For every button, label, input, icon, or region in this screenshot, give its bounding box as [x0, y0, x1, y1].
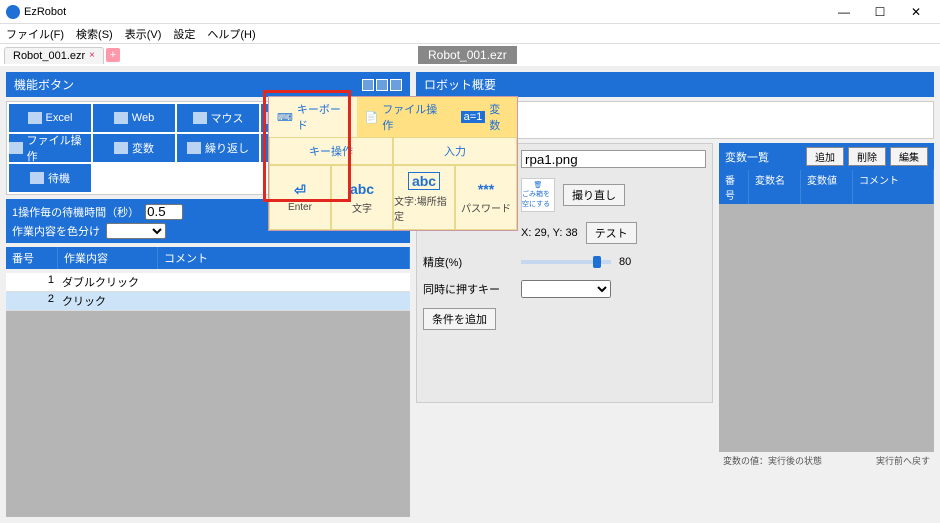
subtab-keyop[interactable]: キー操作: [269, 137, 393, 165]
file-tab[interactable]: Robot_001.ezr ×: [4, 47, 104, 64]
var-button[interactable]: 変数: [93, 134, 175, 162]
globe-icon: [114, 112, 128, 124]
func-panel-title: 機能ボタン: [14, 76, 74, 93]
coords-text: X: 29, Y: 38: [521, 227, 578, 239]
keyboard-icon: ⌨: [277, 111, 293, 124]
test-button[interactable]: テスト: [586, 222, 637, 244]
color-select[interactable]: [106, 223, 166, 239]
table-header: 番号 作業内容 コメント: [6, 247, 410, 269]
var-edit-button[interactable]: 編集: [890, 147, 928, 166]
close-button[interactable]: ✕: [898, 5, 934, 19]
center-filename: Robot_001.ezr: [418, 46, 517, 64]
vars-body[interactable]: [719, 204, 934, 452]
mouse-icon: [193, 112, 207, 124]
repeat-button[interactable]: 繰り返し: [177, 134, 259, 162]
target-thumbnail[interactable]: 🗑 ごみ箱を空にする: [521, 178, 555, 212]
trash-icon: 🗑: [534, 181, 543, 189]
accuracy-slider[interactable]: [521, 260, 611, 264]
vars-columns: 番号 変数名 変数値 コメント: [719, 170, 934, 204]
popup-tab-var[interactable]: a=1変数: [453, 97, 517, 137]
simul-key-label: 同時に押すキー: [423, 281, 513, 297]
add-condition-button[interactable]: 条件を追加: [423, 308, 496, 330]
vars-title: 変数一覧: [725, 149, 802, 165]
web-button[interactable]: Web: [93, 104, 175, 132]
file-icon: 📄: [365, 111, 379, 124]
accuracy-value: 80: [619, 256, 631, 268]
repeat-icon: [187, 142, 201, 154]
var-add-button[interactable]: 追加: [806, 147, 844, 166]
popup-tab-fileop[interactable]: 📄ファイル操作: [357, 97, 453, 137]
simul-key-select[interactable]: [521, 280, 611, 298]
vars-footer: 変数の値：実行後の状態 実行前へ戻す: [719, 452, 934, 469]
popup-tab-keyboard[interactable]: ⌨キーボード: [269, 97, 357, 137]
char-button[interactable]: abc 文字: [331, 165, 393, 230]
img-file-input[interactable]: [521, 150, 706, 168]
menu-view[interactable]: 表示(V): [125, 26, 162, 42]
enter-icon: ⏎: [294, 182, 306, 199]
menubar: ファイル(F) 検索(S) 表示(V) 設定 ヘルプ(H): [0, 24, 940, 44]
th-no: 番号: [6, 247, 58, 269]
menu-help[interactable]: ヘルプ(H): [207, 26, 255, 42]
slider-thumb[interactable]: [593, 256, 601, 268]
file-icon: [9, 142, 23, 154]
color-label: 作業内容を色分け: [12, 223, 100, 239]
layout-box-1[interactable]: [362, 79, 374, 91]
vars-reset-button[interactable]: 実行前へ戻す: [876, 454, 930, 467]
subtab-input[interactable]: 入力: [393, 137, 517, 165]
wait-label: 1操作毎の待機時間（秒）: [12, 204, 139, 220]
pause-icon: [30, 172, 44, 184]
maximize-button[interactable]: ☐: [862, 5, 898, 19]
th-work: 作業内容: [58, 247, 158, 269]
char-location-button[interactable]: abc 文字:場所指定: [393, 165, 455, 230]
wait-input[interactable]: [145, 204, 183, 220]
table-row[interactable]: 2クリック: [6, 292, 410, 311]
layout-box-2[interactable]: [376, 79, 388, 91]
excel-icon: [28, 112, 42, 124]
var-icon: [114, 142, 128, 154]
table-body[interactable]: 1ダブルクリック 2クリック: [6, 273, 410, 517]
tab-close-icon[interactable]: ×: [89, 50, 95, 61]
var-del-button[interactable]: 削除: [848, 147, 886, 166]
enter-key-button[interactable]: ⏎ Enter: [269, 165, 331, 230]
var-icon: a=1: [461, 111, 486, 123]
keyboard-popup: ⌨キーボード 📄ファイル操作 a=1変数 キー操作 入力 ⏎ Enter abc…: [268, 96, 518, 231]
mouse-button[interactable]: マウス: [177, 104, 259, 132]
vars-header: 変数一覧 追加 削除 編集: [719, 143, 934, 170]
tabbar: Robot_001.ezr × + Robot_001.ezr: [0, 44, 940, 66]
titlebar: EzRobot — ☐ ✕: [0, 0, 940, 24]
app-title: EzRobot: [24, 6, 66, 18]
password-button[interactable]: *** パスワード: [455, 165, 517, 230]
th-comment: コメント: [158, 247, 410, 269]
tab-label: Robot_001.ezr: [13, 50, 85, 62]
overview-title: ロボット概要: [424, 76, 496, 93]
func-panel-header: 機能ボタン: [6, 72, 410, 97]
wait-button[interactable]: 待機: [9, 164, 91, 192]
app-logo-icon: [6, 5, 20, 19]
menu-search[interactable]: 検索(S): [76, 26, 113, 42]
layout-box-3[interactable]: [390, 79, 402, 91]
excel-button[interactable]: Excel: [9, 104, 91, 132]
overview-header: ロボット概要: [416, 72, 934, 97]
minimize-button[interactable]: —: [826, 5, 862, 19]
menu-settings[interactable]: 設定: [173, 26, 195, 42]
tab-add-button[interactable]: +: [106, 48, 120, 62]
retake-button[interactable]: 撮り直し: [563, 184, 625, 206]
menu-file[interactable]: ファイル(F): [6, 26, 64, 42]
accuracy-label: 精度(%): [423, 254, 513, 270]
fileop-button[interactable]: ファイル操作: [9, 134, 91, 162]
table-row[interactable]: 1ダブルクリック: [6, 273, 410, 292]
